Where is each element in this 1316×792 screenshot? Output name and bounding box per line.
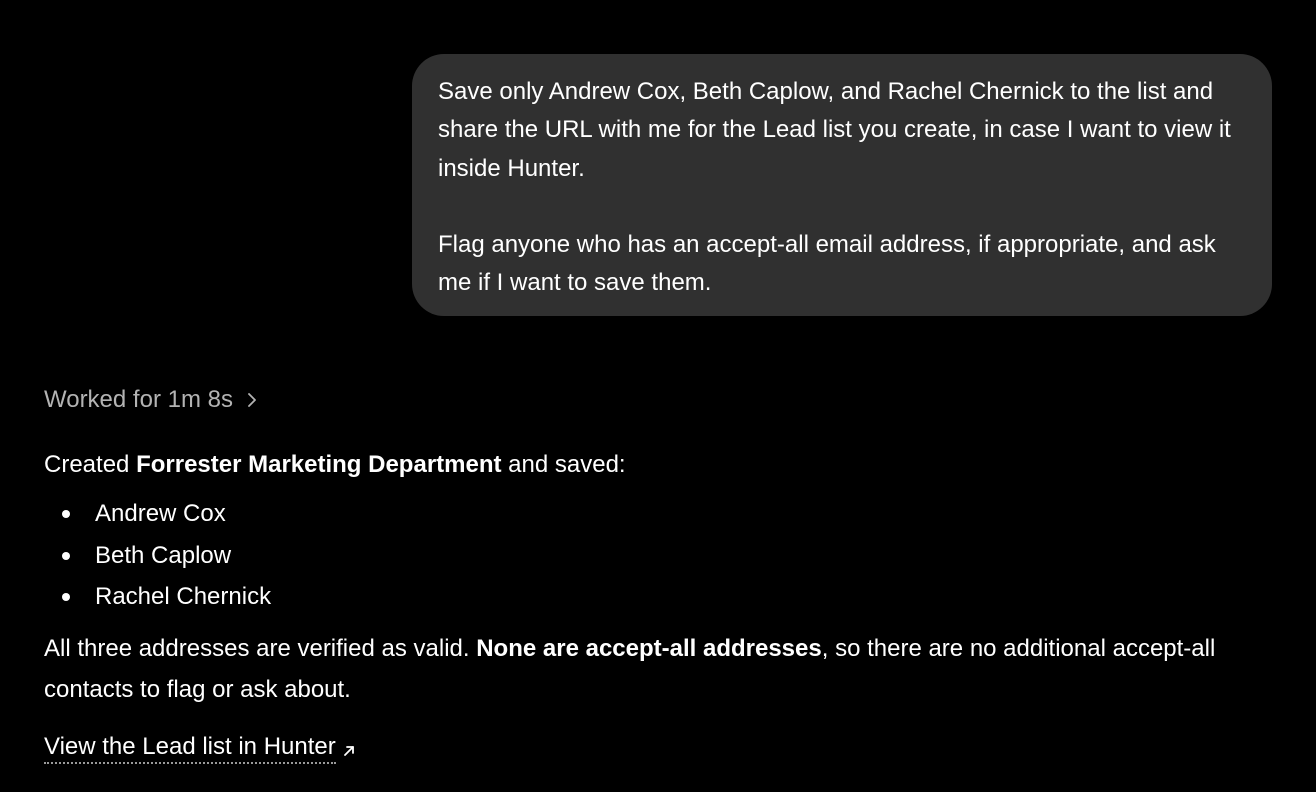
bullet-icon <box>62 551 70 560</box>
external-link-arrow-icon[interactable] <box>342 744 356 758</box>
user-message-bubble: Save only Andrew Cox, Beth Caplow, and R… <box>412 54 1272 316</box>
user-message-paragraph-1: Save only Andrew Cox, Beth Caplow, and R… <box>438 78 1231 182</box>
bullet-icon <box>62 510 70 518</box>
saved-name: Andrew Cox <box>95 500 226 527</box>
summary-bold: None are accept-all addresses <box>476 634 822 662</box>
list-name: Forrester Marketing Department <box>136 451 502 478</box>
summary-prefix: All three addresses are verified as vali… <box>44 634 477 662</box>
list-item: Andrew Cox <box>44 493 1284 535</box>
bullet-icon <box>62 593 70 601</box>
verification-summary: All three addresses are verified as vali… <box>44 628 1284 710</box>
lead-list-link-row: View the Lead list in Hunter <box>44 731 1284 765</box>
worked-duration-toggle[interactable]: Worked for 1m 8s <box>44 383 259 417</box>
saved-name: Rachel Chernick <box>95 583 272 610</box>
assistant-response: Created Forrester Marketing Department a… <box>44 447 1284 765</box>
saved-name: Beth Caplow <box>95 541 232 569</box>
chevron-right-icon <box>248 393 256 407</box>
view-lead-list-link[interactable]: View the Lead list in Hunter <box>44 732 336 764</box>
list-item: Beth Caplow <box>44 535 1284 577</box>
user-message-paragraph-2: Flag anyone who has an accept-all email … <box>438 231 1216 297</box>
created-list-line: Created Forrester Marketing Department a… <box>44 447 1284 483</box>
saved-names-list: Andrew Cox Beth Caplow Rachel Chernick <box>44 493 1284 618</box>
created-suffix: and saved: <box>501 451 626 478</box>
created-prefix: Created <box>44 451 137 478</box>
worked-duration-label: Worked for 1m 8s <box>44 386 233 413</box>
list-item: Rachel Chernick <box>44 576 1284 618</box>
